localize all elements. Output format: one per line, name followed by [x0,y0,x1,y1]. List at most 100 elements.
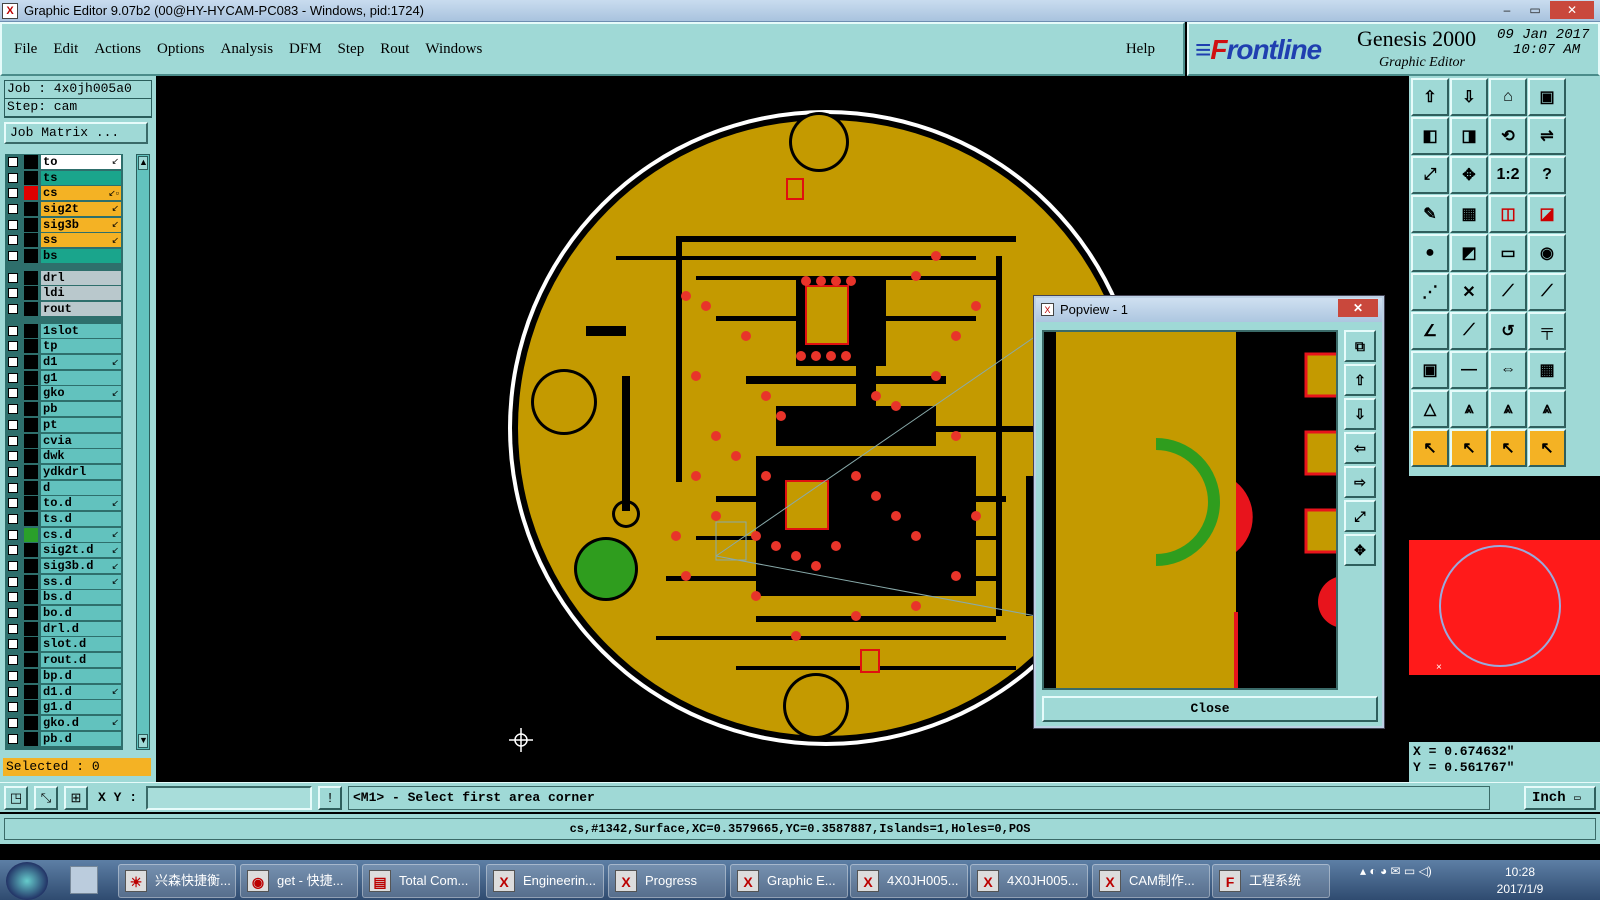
tri-d-icon[interactable]: ⩓ [1528,390,1566,428]
layer-color-swatch[interactable] [24,637,38,652]
popview-close-button[interactable]: Close [1042,696,1378,722]
layer-checkbox[interactable] [8,513,18,524]
layer-name[interactable]: pb [41,402,121,417]
pan-right-icon[interactable]: ◨ [1450,117,1488,155]
layer-row[interactable]: rout [5,301,123,317]
measure-mode-icon[interactable]: ⤡ [34,786,58,810]
taskbar-item[interactable]: X 4X0JH005... [970,864,1088,898]
layer-color-swatch[interactable] [24,270,38,285]
layer-checkbox[interactable] [8,288,18,299]
layer-name[interactable]: sig2t [41,201,121,216]
layer-checkbox[interactable] [8,435,18,446]
snap-icon[interactable]: ▣ [1411,351,1449,389]
layer-checkbox[interactable] [8,576,18,587]
taskbar-item[interactable]: X Engineerin... [486,864,604,898]
menu-options[interactable]: Options [157,41,205,58]
layer-name[interactable]: bs [41,248,121,263]
tri-c-icon[interactable]: ⩓ [1489,390,1527,428]
layer-name[interactable]: 1slot [41,323,121,338]
layer-row[interactable]: g1 [5,370,123,386]
fit-icon[interactable]: ⤢ [1411,156,1449,194]
layer-checkbox[interactable] [8,219,18,230]
layer-name[interactable]: cvia [41,433,121,448]
layer-row[interactable]: cs ↙▫ [5,185,123,201]
popview-titlebar[interactable]: X Popview - 1 ✕ [1036,298,1382,322]
pan-left-icon[interactable]: ◧ [1411,117,1449,155]
layer-name[interactable]: ss.d [41,574,121,589]
taskbar-clock[interactable]: 10:28 2017/1/9 [1490,864,1550,898]
overview-panel[interactable]: × [1409,478,1600,742]
layer-name[interactable]: g1.d [41,700,121,715]
layer-name[interactable]: to.d [41,496,121,511]
measure-icon[interactable]: ⇔ [1489,351,1527,389]
layer-name[interactable]: ts.d [41,511,121,526]
tri-b-icon[interactable]: ⩓ [1450,390,1488,428]
layer-row[interactable]: drl [5,270,123,286]
pad-icon[interactable]: ◉ [1528,234,1566,272]
layer-name[interactable]: d1.d [41,684,121,699]
layer-row[interactable]: drl.d [5,621,123,637]
layer-color-swatch[interactable] [24,480,38,495]
layer-row[interactable]: ldi [5,286,123,302]
layer-row[interactable]: sig3b.d ↙ [5,558,123,574]
menu-analysis[interactable]: Analysis [221,41,274,58]
layer-row[interactable]: d1.d ↙ [5,684,123,700]
tri-a-icon[interactable]: △ [1411,390,1449,428]
taskbar-item[interactable]: X CAM制作... [1092,864,1210,898]
layer-checkbox[interactable] [8,733,18,744]
layer-checkbox[interactable] [8,235,18,246]
layer-row[interactable]: cs.d ↙ [5,527,123,543]
layer-row[interactable]: to.d ↙ [5,495,123,511]
layer-checkbox[interactable] [8,639,18,650]
taskbar-item[interactable]: ▤ Total Com... [362,864,480,898]
layer-name[interactable]: d1 [41,355,121,370]
rotate-icon[interactable]: ↺ [1489,312,1527,350]
layer-checkbox[interactable] [8,404,18,415]
units-dropdown[interactable]: Inch ▭ [1524,786,1596,810]
layer-checkbox[interactable] [8,545,18,556]
grid-mode-icon[interactable]: ⊞ [64,786,88,810]
layer-checkbox[interactable] [8,529,18,540]
shape-icon[interactable]: ╤ [1528,312,1566,350]
menu-dfm[interactable]: DFM [289,41,322,58]
layer-name[interactable]: bp.d [41,668,121,683]
layer-name[interactable]: gko [41,386,121,401]
layer-checkbox[interactable] [8,670,18,681]
layer-row[interactable]: pb.d [5,731,123,747]
menu-edit[interactable]: Edit [53,41,78,58]
popview-pan-up-icon[interactable]: ⇧ [1344,364,1376,396]
taskbar-item[interactable]: X Progress [608,864,726,898]
layer-checkbox[interactable] [8,419,18,430]
layer-name[interactable]: ts [41,170,121,185]
layer-row[interactable]: ydkdrl [5,464,123,480]
layer-color-swatch[interactable] [24,323,38,338]
layer-name[interactable]: pb.d [41,731,121,746]
diag-icon[interactable]: ⟋ [1450,312,1488,350]
layer-name[interactable]: sig3b [41,217,121,232]
layer-row[interactable]: gko ↙ [5,386,123,402]
layer-color-swatch[interactable] [24,684,38,699]
scroll-up-icon[interactable]: ▲ [138,156,148,170]
layer-checkbox[interactable] [8,172,18,183]
layer-checkbox[interactable] [8,608,18,619]
layer-checkbox[interactable] [8,623,18,634]
layer-checkbox[interactable] [8,156,18,167]
layer-row[interactable]: rout.d [5,652,123,668]
layer-color-swatch[interactable] [24,217,38,232]
menu-step[interactable]: Step [338,41,365,58]
layer-color-swatch[interactable] [24,339,38,354]
layer-color-swatch[interactable] [24,370,38,385]
menu-windows[interactable]: Windows [425,41,482,58]
layer-row[interactable]: sig3b ↙ [5,217,123,233]
layer-color-swatch[interactable] [24,417,38,432]
popview-zoom-out-icon[interactable]: ✥ [1344,534,1376,566]
layer-name[interactable]: drl [41,270,121,285]
layer-color-swatch[interactable] [24,543,38,558]
menu-file[interactable]: File [14,41,37,58]
layer-name[interactable]: tp [41,339,121,354]
layer-color-swatch[interactable] [24,590,38,605]
taskbar-item[interactable]: X 4X0JH005... [850,864,968,898]
layer-checkbox[interactable] [8,702,18,713]
swap-icon[interactable]: ⇌ [1528,117,1566,155]
settings-icon[interactable]: ✎ [1411,195,1449,233]
